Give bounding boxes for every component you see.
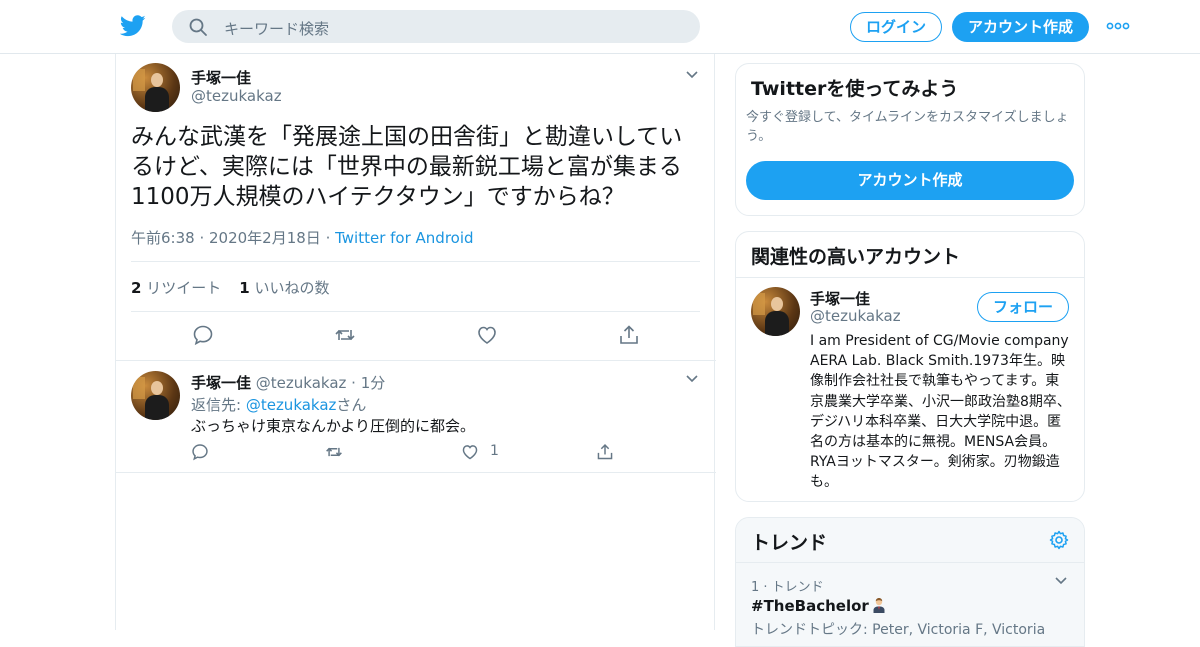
reply-prefix: 返信先: [191, 396, 246, 414]
trends-title: トレンド [751, 532, 828, 554]
reply-to-line: 返信先: @tezukakazさん [191, 394, 366, 415]
search-box[interactable]: キーワード検索 [172, 10, 700, 43]
author-handle[interactable]: @tezukakaz [191, 87, 282, 105]
search-input[interactable]: キーワード検索 [224, 18, 329, 39]
reply-header: 手塚一佳 @tezukakaz · 1分 [191, 372, 385, 393]
divider [116, 360, 716, 361]
author-name[interactable]: 手塚一佳 [191, 67, 251, 88]
tweet-text: みんな武漢を「発展途上国の田舎街」と勘違いしているけど、実際には「世界中の最新鋭… [131, 124, 683, 210]
retweet-label[interactable]: リツイート [146, 279, 221, 297]
tweet-source-link[interactable]: Twitter for Android [335, 229, 473, 247]
more-icon[interactable] [1106, 18, 1130, 34]
divider [131, 311, 700, 312]
signup-button[interactable]: アカウント作成 [952, 12, 1089, 42]
like-icon[interactable] [476, 324, 498, 346]
trends-card: トレンド 1 · トレンド #TheBachelor トレンドトピック: Pet… [735, 517, 1085, 647]
trends-header: トレンド [736, 518, 1084, 563]
login-button[interactable]: ログイン [850, 12, 942, 42]
retweet-icon[interactable] [334, 324, 356, 346]
related-avatar[interactable] [751, 287, 800, 336]
retweet-count[interactable]: 2 [131, 279, 141, 297]
tweet-column: 手塚一佳 @tezukakaz みんな武漢を「発展途上国の田舎街」と勘違いしてい… [115, 54, 716, 630]
divider [131, 261, 700, 262]
related-bio: I am President of CG/Movie company AERA … [810, 333, 1071, 491]
chevron-down-icon[interactable] [685, 374, 699, 384]
chevron-down-icon[interactable] [1054, 576, 1068, 586]
man-emoji-icon [873, 598, 885, 613]
like-count[interactable]: 1 [239, 279, 249, 297]
related-card-title: 関連性の高いアカウント [751, 246, 961, 268]
like-icon[interactable] [461, 443, 479, 461]
trend-rank: 1 · トレンド [751, 580, 824, 595]
share-icon[interactable] [596, 443, 614, 461]
signup-card-description: 今すぐ登録して、タイムラインをカスタマイズしましょう。 [746, 110, 1069, 144]
reply-actions: 1 [191, 443, 631, 463]
related-name[interactable]: 手塚一佳 [810, 288, 870, 309]
share-icon[interactable] [618, 324, 640, 346]
reply-suffix: さん [336, 396, 367, 414]
trend-hashtag-text[interactable]: #TheBachelor [751, 597, 869, 615]
tweet-timestamp[interactable]: 午前6:38 · 2020年2月18日 [131, 229, 321, 247]
signup-card-title: Twitterを使ってみよう [751, 78, 959, 100]
meta-separator: · [320, 229, 336, 247]
top-navigation-bar: キーワード検索 ログイン アカウント作成 [0, 0, 1200, 54]
retweet-icon[interactable] [325, 443, 343, 461]
reply-text: ぶっちゃけ東京なんかより圧倒的に都会。 [191, 417, 475, 435]
chevron-down-icon[interactable] [685, 70, 699, 80]
twitter-logo-icon[interactable] [120, 14, 146, 38]
divider [736, 277, 1084, 278]
tweet-meta: 午前6:38 · 2020年2月18日 · Twitter for Androi… [131, 227, 474, 248]
avatar[interactable] [131, 63, 180, 112]
reply-author-handle[interactable]: @tezukakaz [256, 374, 347, 392]
reply-icon[interactable] [191, 443, 209, 461]
reply-icon[interactable] [192, 324, 214, 346]
trend-hashtag[interactable]: #TheBachelor [751, 597, 887, 615]
gear-icon[interactable] [1049, 530, 1069, 550]
reply-time[interactable]: · 1分 [346, 374, 385, 392]
search-icon [189, 18, 207, 36]
related-accounts-card: 関連性の高いアカウント 手塚一佳 @tezukakaz フォロー I am Pr… [735, 231, 1085, 502]
tweet-stats: 2 リツイート 1 いいねの数 [131, 277, 329, 298]
related-handle[interactable]: @tezukakaz [810, 307, 901, 325]
reply-like-count[interactable]: 1 [490, 443, 499, 459]
signup-card: Twitterを使ってみよう 今すぐ登録して、タイムラインをカスタマイズしましょ… [735, 63, 1085, 216]
trend-topic: トレンドトピック: Peter, Victoria F, Victoria [751, 622, 1046, 638]
reply-to-link[interactable]: @tezukakaz [246, 396, 337, 414]
follow-button[interactable]: フォロー [977, 292, 1069, 322]
reply-author-name[interactable]: 手塚一佳 [191, 374, 251, 392]
divider [116, 472, 716, 473]
like-label[interactable]: いいねの数 [254, 279, 329, 297]
signup-card-button[interactable]: アカウント作成 [746, 161, 1074, 200]
reply-avatar[interactable] [131, 371, 180, 420]
tweet-actions [116, 322, 716, 352]
